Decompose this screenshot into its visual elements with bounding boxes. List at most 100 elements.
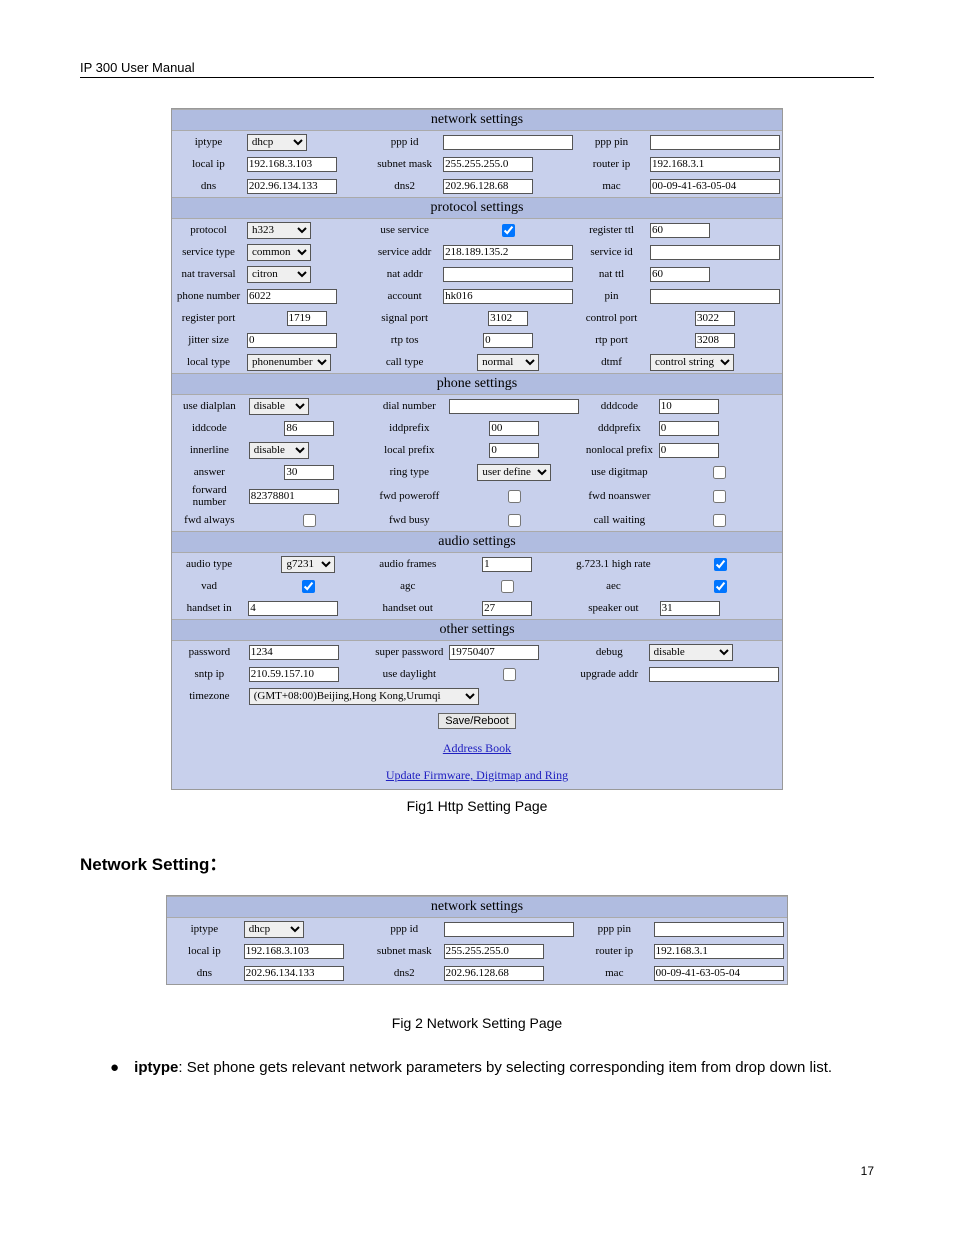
label-iddprefix: iddprefix (372, 417, 447, 439)
select-dtmf[interactable]: control string (650, 354, 734, 371)
input-audio-frames[interactable] (482, 557, 532, 572)
input-service-addr[interactable] (443, 245, 573, 260)
chk-use-daylight[interactable] (503, 668, 516, 681)
chk-fwd-noanswer[interactable] (713, 490, 726, 503)
doc-header: IP 300 User Manual (80, 60, 874, 78)
label-use-dialplan: use dialplan (172, 395, 247, 417)
input-dial-number[interactable] (449, 399, 579, 414)
input-local-ip-2[interactable] (244, 944, 344, 959)
chk-g7231[interactable] (714, 558, 727, 571)
label-handset-out: handset out (371, 597, 445, 619)
input-speaker-out[interactable] (660, 601, 720, 616)
link-address-book[interactable]: Address Book (443, 741, 511, 755)
input-handset-out[interactable] (482, 601, 532, 616)
fig1-caption: Fig1 Http Setting Page (80, 798, 874, 814)
network-only-panel: network settings iptype dhcp ppp id ppp … (166, 895, 788, 985)
input-router-ip[interactable] (650, 157, 780, 172)
input-handset-in[interactable] (248, 601, 338, 616)
phone-table: use dialplan disable dial number dddcode… (172, 395, 782, 531)
label-dtmf: dtmf (575, 351, 648, 373)
label-service-type: service type (172, 241, 245, 263)
input-dns-2[interactable] (244, 966, 344, 981)
input-register-port[interactable] (287, 311, 327, 326)
input-rtp-port[interactable] (695, 333, 735, 348)
label-fwd-noanswer: fwd noanswer (582, 483, 657, 509)
select-use-dialplan[interactable]: disable (249, 398, 309, 415)
input-jitter-size[interactable] (247, 333, 337, 348)
link-update-firmware[interactable]: Update Firmware, Digitmap and Ring (386, 768, 568, 782)
label-ppp-id: ppp id (368, 131, 441, 153)
label-innerline: innerline (172, 439, 247, 461)
input-subnet-mask[interactable] (443, 157, 533, 172)
select-timezone[interactable]: (GMT+08:00)Beijing,Hong Kong,Urumqi (249, 688, 479, 705)
select-service-type[interactable]: common (247, 244, 311, 261)
input-password[interactable] (249, 645, 339, 660)
select-protocol[interactable]: h323 (247, 222, 311, 239)
chk-use-digitmap[interactable] (713, 466, 726, 479)
chk-agc[interactable] (501, 580, 514, 593)
other-table: password super password debug disable sn… (172, 641, 782, 707)
chk-vad[interactable] (302, 580, 315, 593)
chk-fwd-busy[interactable] (508, 514, 521, 527)
label-ppp-id-2: ppp id (367, 918, 442, 940)
input-local-ip[interactable] (247, 157, 337, 172)
input-dddprefix[interactable] (659, 421, 719, 436)
page-number: 17 (80, 1164, 874, 1178)
label-upgrade-addr: upgrade addr (572, 663, 647, 685)
input-iddcode[interactable] (284, 421, 334, 436)
input-ppp-id-2[interactable] (444, 922, 574, 937)
label-local-ip: local ip (172, 153, 245, 175)
input-super-password[interactable] (449, 645, 539, 660)
input-ppp-id[interactable] (443, 135, 573, 150)
label-handset-in: handset in (172, 597, 246, 619)
chk-use-service[interactable] (502, 224, 515, 237)
save-reboot-button[interactable]: Save/Reboot (438, 713, 516, 729)
select-debug[interactable]: disable (649, 644, 733, 661)
input-router-ip-2[interactable] (654, 944, 784, 959)
input-answer[interactable] (284, 465, 334, 480)
input-pin[interactable] (650, 289, 780, 304)
select-local-type[interactable]: phonenumber (247, 354, 331, 371)
input-mac-2[interactable] (654, 966, 784, 981)
input-iddprefix[interactable] (489, 421, 539, 436)
select-iptype[interactable]: dhcp (247, 134, 307, 151)
input-sntp-ip[interactable] (249, 667, 339, 682)
input-dns2-2[interactable] (444, 966, 544, 981)
input-mac[interactable] (650, 179, 780, 194)
settings-panel: network settings iptype dhcp ppp id ppp … (171, 108, 783, 790)
chk-fwd-always[interactable] (303, 514, 316, 527)
input-dns[interactable] (247, 179, 337, 194)
input-nonlocal-prefix[interactable] (659, 443, 719, 458)
input-ppp-pin-2[interactable] (654, 922, 784, 937)
input-dddcode[interactable] (659, 399, 719, 414)
section-protocol: protocol settings (172, 197, 782, 219)
select-nat-traversal[interactable]: citron (247, 266, 311, 283)
input-local-prefix[interactable] (489, 443, 539, 458)
input-service-id[interactable] (650, 245, 780, 260)
input-phone-number[interactable] (247, 289, 337, 304)
select-audio-type[interactable]: g7231 (281, 556, 335, 573)
select-ring-type[interactable]: user define (477, 464, 551, 481)
input-register-ttl[interactable] (650, 223, 710, 238)
input-signal-port[interactable] (488, 311, 528, 326)
input-ppp-pin[interactable] (650, 135, 780, 150)
input-nat-addr[interactable] (443, 267, 573, 282)
select-innerline[interactable]: disable (249, 442, 309, 459)
input-rtp-tos[interactable] (483, 333, 533, 348)
input-upgrade-addr[interactable] (649, 667, 779, 682)
chk-fwd-poweroff[interactable] (508, 490, 521, 503)
chk-call-waiting[interactable] (713, 514, 726, 527)
input-forward-number[interactable] (249, 489, 339, 504)
label-service-addr: service addr (368, 241, 441, 263)
select-iptype-2[interactable]: dhcp (244, 921, 304, 938)
select-call-type[interactable]: normal (477, 354, 539, 371)
input-dns2[interactable] (443, 179, 533, 194)
label-iddcode: iddcode (172, 417, 247, 439)
input-nat-ttl[interactable] (650, 267, 710, 282)
input-control-port[interactable] (695, 311, 735, 326)
input-subnet-mask-2[interactable] (444, 944, 544, 959)
label-dddprefix: dddprefix (582, 417, 657, 439)
input-account[interactable] (443, 289, 573, 304)
label-mac: mac (575, 175, 648, 197)
chk-aec[interactable] (714, 580, 727, 593)
